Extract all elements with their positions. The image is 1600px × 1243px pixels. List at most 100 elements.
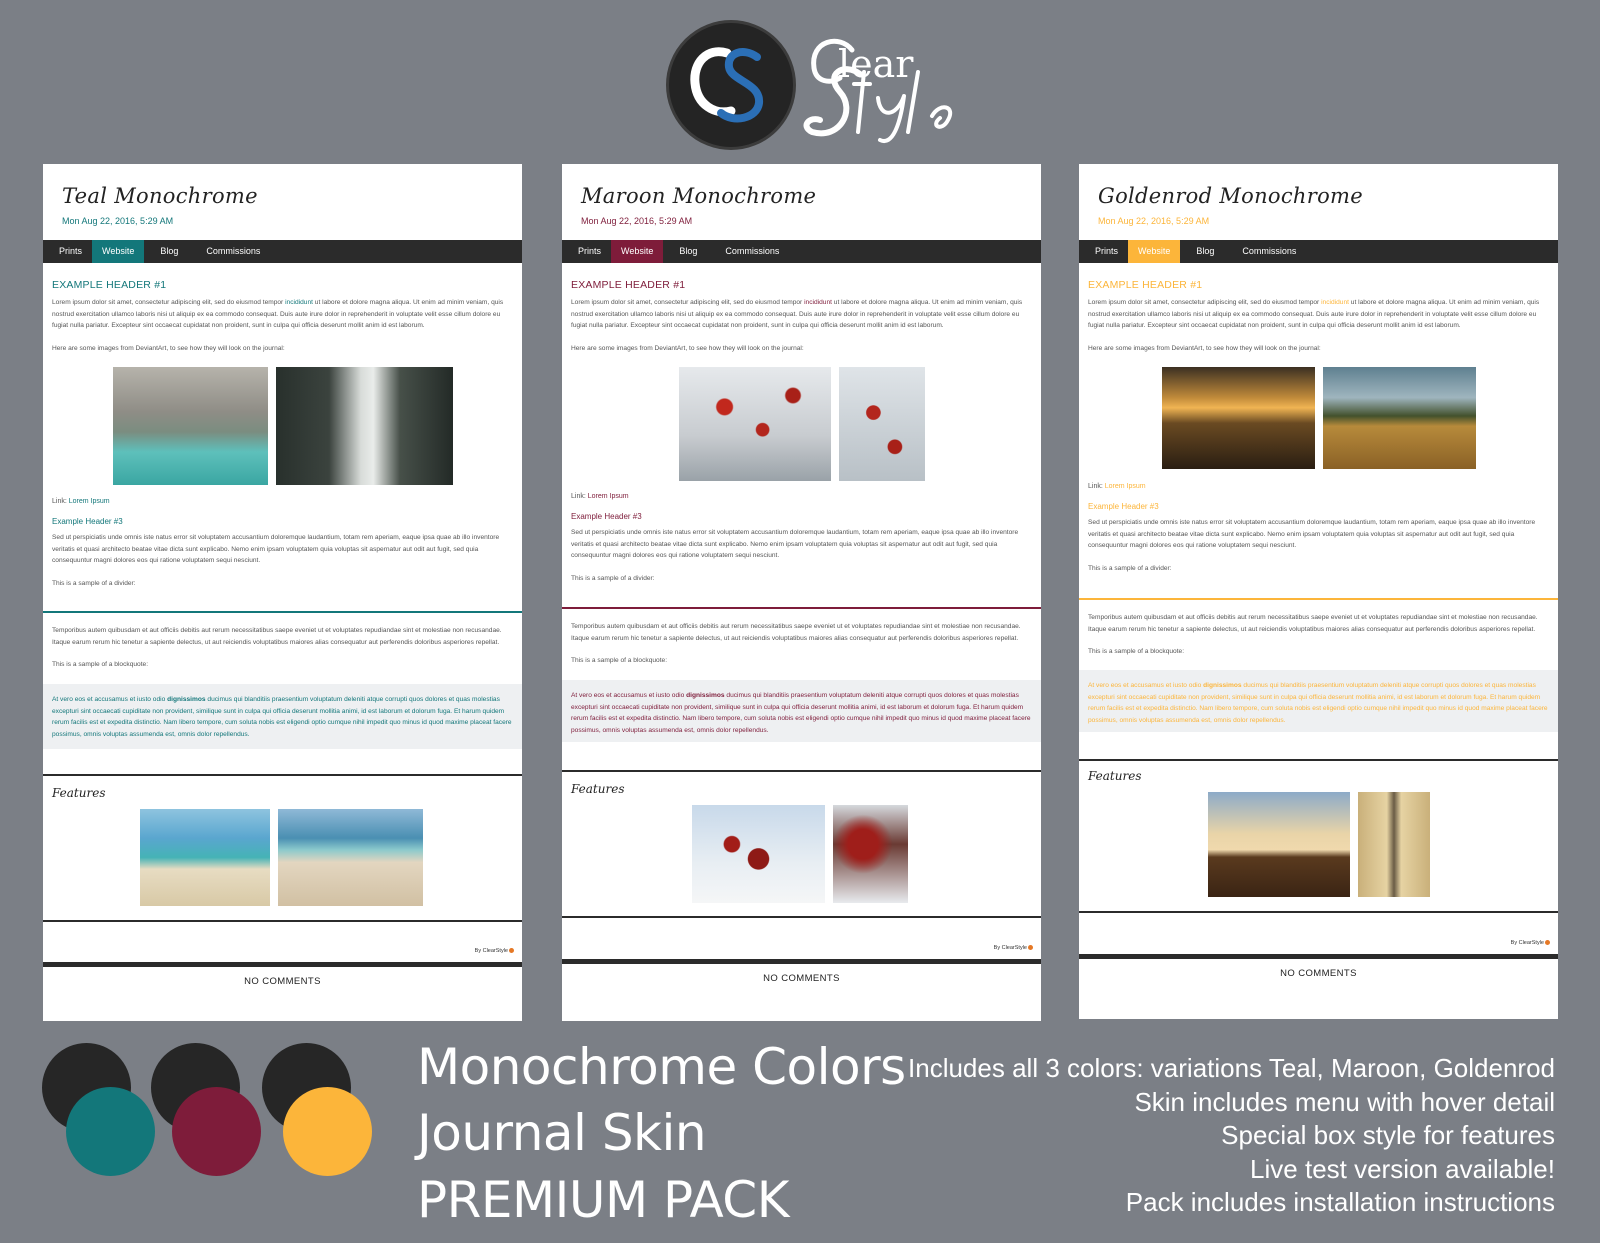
feature-image[interactable] [692, 805, 825, 903]
section-4: Temporibus autem quibusdam et aut offici… [1088, 612, 1549, 658]
quote-text: At vero eos et accusamus et iusto odio [1088, 682, 1204, 689]
images-intro: Here are some images from DeviantArt, to… [1088, 344, 1321, 352]
menu-item-website[interactable]: Website [1128, 240, 1181, 263]
lorem-ipsum-link[interactable]: Lorem Ipsum [588, 493, 629, 500]
clearstyle-dot-icon [1545, 940, 1550, 946]
example-header-1: EXAMPLE HEADER #1 [571, 279, 686, 291]
menu-item-website[interactable]: Website [92, 240, 145, 263]
example-header-1: EXAMPLE HEADER #1 [52, 279, 167, 291]
feature-list: Includes all 3 colors: variations Teal, … [908, 1052, 1555, 1220]
highlight-link[interactable]: incididunt [804, 299, 832, 306]
example-header-3: Example Header #3 [52, 517, 123, 526]
example-header-1: EXAMPLE HEADER #1 [1088, 279, 1203, 291]
menu-item-prints[interactable]: Prints [568, 240, 611, 263]
feature-image[interactable] [833, 805, 908, 903]
deviantart-image[interactable] [1322, 367, 1476, 469]
paragraph-text: Lorem ipsum dolor sit amet, consectetur … [52, 299, 286, 306]
menu-item-prints[interactable]: Prints [49, 240, 92, 263]
body-paragraph: Lorem ipsum dolor sit amet, consectetur … [52, 297, 513, 332]
body-paragraph: Sed ut perspiciatis unde omnis iste natu… [1088, 519, 1536, 549]
headline-line-1: Monochrome Colors [417, 1038, 906, 1096]
clearstyle-logo [666, 20, 796, 150]
image-row [1088, 367, 1549, 469]
feature-item: Skin includes menu with hover detail [1134, 1086, 1555, 1117]
no-comments-label[interactable]: NO COMMENTS [1079, 968, 1558, 979]
link-label: Link: [1088, 483, 1103, 490]
features-heading: Features [571, 782, 625, 796]
features-heading: Features [1088, 769, 1142, 783]
feature-image[interactable] [278, 809, 423, 906]
journal-title: Maroon Monochrome [581, 184, 817, 208]
highlight-link[interactable]: incididunt [1321, 299, 1349, 306]
by-clearstyle-credit[interactable]: By ClearStyle [994, 945, 1033, 951]
deviantart-image[interactable] [1161, 367, 1315, 469]
menu-item-commissions[interactable]: Commissions [707, 240, 789, 263]
clearstyle-dot-icon [509, 948, 514, 954]
features-heading: Features [52, 786, 106, 800]
by-clearstyle-credit[interactable]: By ClearStyle [1511, 940, 1550, 946]
feature-image[interactable] [140, 809, 270, 906]
deviantart-image[interactable] [838, 367, 925, 481]
features-bottom-rule [43, 920, 522, 922]
journal-date: Mon Aug 22, 2016, 5:29 AM [62, 216, 174, 226]
menu-item-blog[interactable]: Blog [663, 240, 707, 263]
menu-item-commissions[interactable]: Commissions [1224, 240, 1306, 263]
journal-title: Teal Monochrome [62, 184, 258, 208]
swatch-teal [66, 1087, 155, 1176]
footer-bar [43, 962, 522, 967]
feature-image[interactable] [1208, 792, 1350, 897]
by-clearstyle-credit[interactable]: By ClearStyle [475, 948, 514, 954]
blockquote-label: This is a sample of a blockquote: [1088, 648, 1185, 655]
menu-item-blog[interactable]: Blog [144, 240, 188, 263]
headline-line-3: PREMIUM PACK [417, 1171, 789, 1229]
accent-divider [43, 611, 522, 613]
deviantart-image[interactable] [275, 367, 453, 485]
menu-item-blog[interactable]: Blog [1180, 240, 1224, 263]
image-row [52, 367, 513, 485]
blockquote: At vero eos et accusamus et iusto odio d… [1079, 670, 1558, 732]
journal-body: EXAMPLE HEADER #1 Lorem ipsum dolor sit … [43, 263, 522, 587]
feature-item: Pack includes installation instructions [1125, 1187, 1555, 1217]
section-3: Example Header #3 Sed ut perspiciatis un… [52, 517, 513, 589]
section-3: Example Header #3 Sed ut perspiciatis un… [571, 512, 1032, 584]
no-comments-label[interactable]: NO COMMENTS [43, 976, 522, 987]
feature-image[interactable] [1358, 792, 1430, 897]
deviantart-image[interactable] [112, 367, 268, 485]
menu-item-prints[interactable]: Prints [1085, 240, 1128, 263]
lorem-ipsum-link[interactable]: Lorem Ipsum [69, 498, 110, 505]
example-header-3: Example Header #3 [571, 512, 642, 521]
lorem-ipsum-link[interactable]: Lorem Ipsum [1105, 483, 1146, 490]
example-header-3: Example Header #3 [1088, 502, 1159, 511]
menu-item-website[interactable]: Website [611, 240, 664, 263]
feature-item: Special box style for features [1221, 1120, 1555, 1150]
footer-bar [1079, 954, 1558, 959]
quote-bold: dignissimos [167, 696, 206, 703]
body-paragraph: Lorem ipsum dolor sit amet, consectetur … [1088, 297, 1549, 332]
link-label: Link: [571, 493, 586, 500]
features-top-rule [1079, 759, 1558, 761]
footer-bar [562, 959, 1041, 964]
blockquote-label: This is a sample of a blockquote: [571, 657, 668, 664]
link-label: Link: [52, 498, 67, 505]
wordmark-lear: lear [838, 42, 914, 86]
feature-item: Live test version available! [1250, 1153, 1555, 1184]
journal-menu: Prints Website Blog Commissions [43, 240, 522, 263]
quote-text: At vero eos et accusamus et iusto odio [571, 692, 687, 699]
features-images [1208, 792, 1430, 897]
highlight-link[interactable]: incididunt [285, 299, 313, 306]
credit-text: By ClearStyle [474, 948, 508, 954]
quote-bold: dignissimos [1203, 682, 1242, 689]
body-paragraph: Temporibus autem quibusdam et aut offici… [1088, 614, 1538, 633]
paragraph-text: Lorem ipsum dolor sit amet, consectetur … [571, 299, 805, 306]
quote-bold: dignissimos [686, 692, 725, 699]
features-images [140, 809, 423, 906]
body-paragraph: Lorem ipsum dolor sit amet, consectetur … [571, 297, 1032, 332]
features-top-rule [562, 770, 1041, 772]
body-paragraph: Temporibus autem quibusdam et aut offici… [52, 627, 502, 646]
no-comments-label[interactable]: NO COMMENTS [562, 973, 1041, 984]
swatch-maroon [172, 1087, 261, 1176]
menu-item-commissions[interactable]: Commissions [188, 240, 270, 263]
swatch-gold [283, 1087, 372, 1176]
deviantart-image[interactable] [678, 367, 831, 481]
images-intro: Here are some images from DeviantArt, to… [52, 344, 285, 352]
